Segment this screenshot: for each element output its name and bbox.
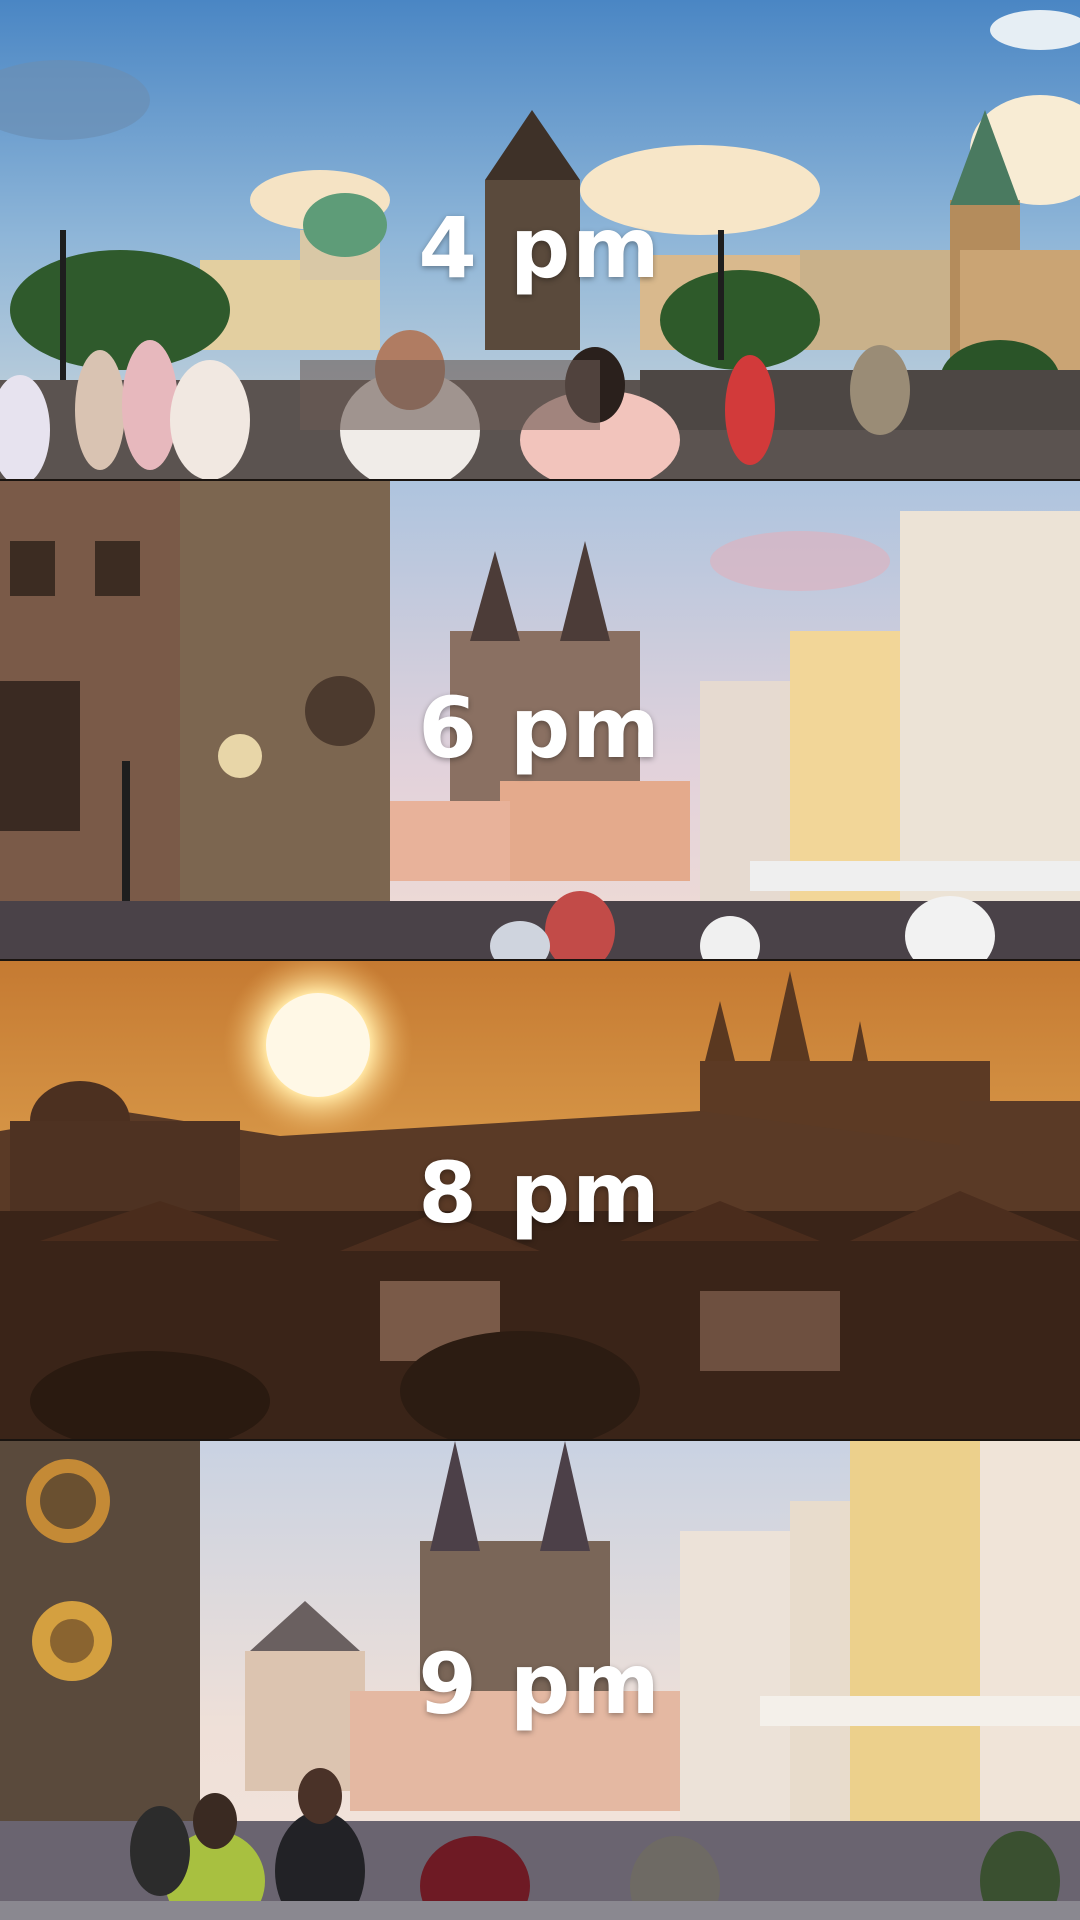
time-label-8pm: 8 pm <box>418 1144 662 1242</box>
photo-panel-4pm: 4 pm <box>0 0 1080 479</box>
time-label-6pm: 6 pm <box>418 679 662 777</box>
photo-panel-8pm: 8 pm <box>0 961 1080 1439</box>
time-label-9pm: 9 pm <box>418 1635 662 1733</box>
photo-panel-6pm: 6 pm <box>0 481 1080 959</box>
photo-panel-9pm: 9 pm <box>0 1441 1080 1920</box>
time-label-4pm: 4 pm <box>418 199 662 297</box>
photo-collage: 4 pm 6 pm 8 pm 9 pm <box>0 0 1080 1920</box>
